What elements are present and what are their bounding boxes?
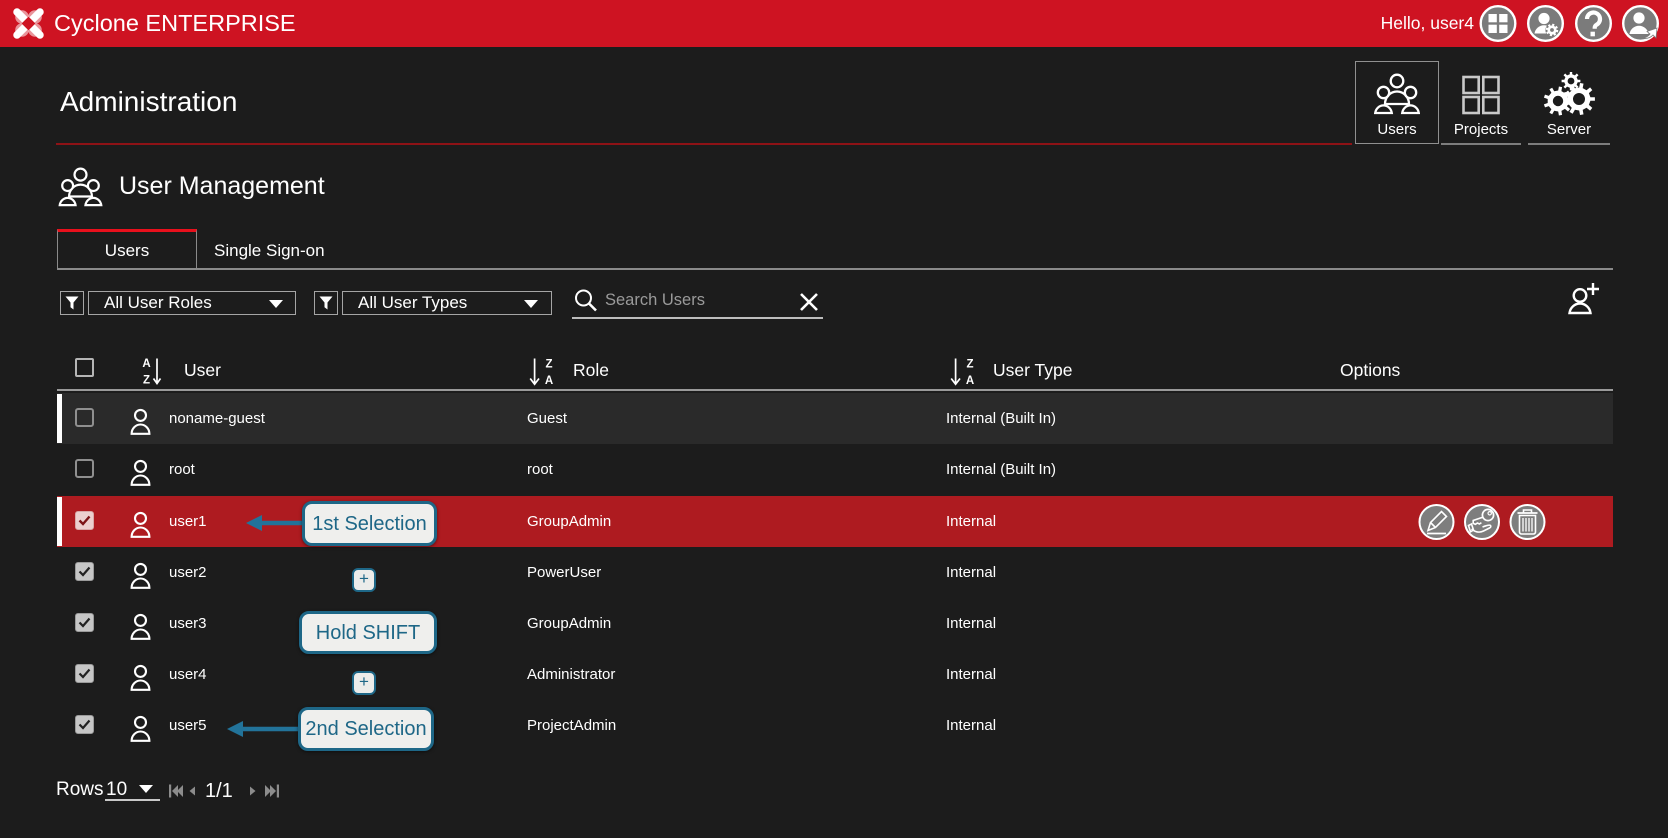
svg-text:A: A <box>966 375 974 387</box>
svg-text:Z: Z <box>966 359 973 371</box>
svg-text:A: A <box>545 375 553 387</box>
svg-text:Z: Z <box>143 374 150 386</box>
svg-text:A: A <box>142 358 150 370</box>
svg-text:Z: Z <box>545 359 552 371</box>
